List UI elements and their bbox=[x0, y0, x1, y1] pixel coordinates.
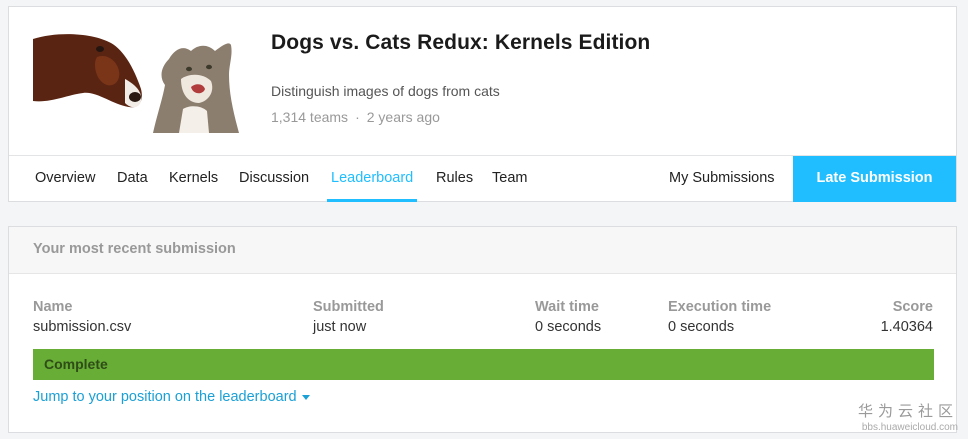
tab-rules[interactable]: Rules bbox=[436, 156, 473, 202]
tab-team[interactable]: Team bbox=[492, 156, 527, 202]
name-value: submission.csv bbox=[33, 319, 132, 335]
tab-data[interactable]: Data bbox=[117, 156, 148, 202]
status-bar: Complete bbox=[33, 349, 934, 380]
competition-description: Distinguish images of dogs from cats bbox=[271, 83, 500, 99]
recent-submission-title: Your most recent submission bbox=[33, 241, 236, 257]
wait-time-label: Wait time bbox=[535, 299, 599, 315]
wait-time-value: 0 seconds bbox=[535, 319, 602, 335]
competition-age: 2 years ago bbox=[366, 109, 440, 125]
meta-separator: · bbox=[355, 109, 360, 125]
recent-submission-card: Your most recent submission Name submiss… bbox=[8, 226, 957, 433]
submitted-label: Submitted bbox=[313, 299, 384, 315]
watermark-brand: 华为云社区 bbox=[857, 402, 958, 420]
competition-meta: 1,314 teams · 2 years ago bbox=[271, 109, 440, 125]
score-label: Score bbox=[892, 299, 933, 315]
tab-kernels[interactable]: Kernels bbox=[169, 156, 218, 202]
execution-time-label: Execution time bbox=[668, 299, 772, 315]
competition-header: Dogs vs. Cats Redux: Kernels Edition Dis… bbox=[8, 6, 957, 202]
my-submissions-link[interactable]: My Submissions bbox=[669, 156, 775, 202]
tab-overview[interactable]: Overview bbox=[35, 156, 95, 202]
execution-time-value: 0 seconds bbox=[668, 319, 735, 335]
watermark-url: bbs.huaweicloud.com bbox=[861, 422, 958, 433]
competition-title: Dogs vs. Cats Redux: Kernels Edition bbox=[271, 31, 651, 54]
jump-link-label: Jump to your position on the leaderboard bbox=[33, 389, 297, 405]
status-text: Complete bbox=[44, 356, 108, 372]
watermark: 华为云社区 bbs.huaweicloud.com bbox=[858, 400, 958, 433]
late-submission-button[interactable]: Late Submission bbox=[793, 156, 956, 202]
name-label: Name bbox=[33, 299, 73, 315]
jump-to-leaderboard-link[interactable]: Jump to your position on the leaderboard bbox=[33, 389, 310, 405]
tab-leaderboard[interactable]: Leaderboard bbox=[327, 156, 418, 202]
competition-nav: Overview Data Kernels Discussion Leaderb… bbox=[9, 155, 956, 203]
tab-discussion[interactable]: Discussion bbox=[239, 156, 309, 202]
teams-count: 1,314 teams bbox=[271, 109, 349, 125]
caret-down-icon bbox=[301, 394, 310, 400]
score-value: 1.40364 bbox=[880, 319, 933, 335]
submitted-value: just now bbox=[313, 319, 367, 335]
competition-banner-image bbox=[33, 31, 245, 133]
recent-submission-header: Your most recent submission bbox=[9, 227, 956, 274]
